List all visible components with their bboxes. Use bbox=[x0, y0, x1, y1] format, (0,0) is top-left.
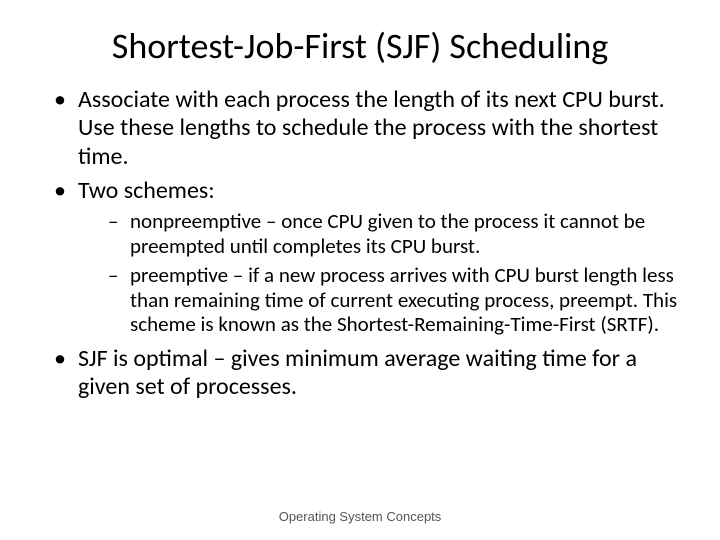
bullet-item: SJF is optimal – gives minimum average w… bbox=[50, 345, 680, 402]
slide: Shortest-Job-First (SJF) Scheduling Asso… bbox=[0, 0, 720, 540]
bullet-item: Associate with each process the length o… bbox=[50, 86, 680, 171]
slide-title: Shortest-Job-First (SJF) Scheduling bbox=[40, 24, 680, 68]
sub-bullet-item: preemptive – if a new process arrives wi… bbox=[108, 263, 680, 337]
bullet-text: Two schemes: bbox=[78, 176, 215, 205]
sub-bullet-item: nonpreemptive – once CPU given to the pr… bbox=[108, 209, 680, 259]
bullet-list: Associate with each process the length o… bbox=[40, 86, 680, 402]
bullet-item: Two schemes: nonpreemptive – once CPU gi… bbox=[50, 177, 680, 337]
sub-bullet-list: nonpreemptive – once CPU given to the pr… bbox=[78, 209, 680, 337]
slide-footer: Operating System Concepts bbox=[0, 509, 720, 524]
